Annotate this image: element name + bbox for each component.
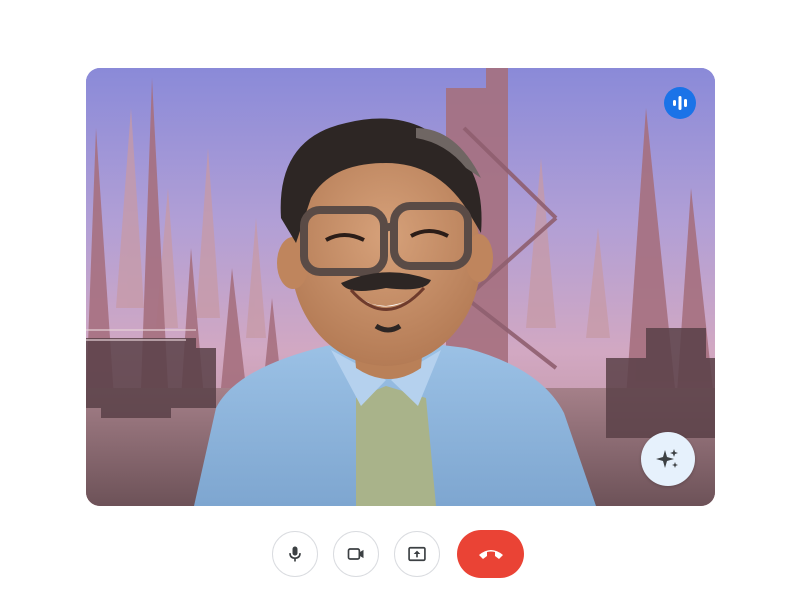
sparkle-icon [656,449,678,468]
microphone-button[interactable] [272,531,318,577]
present-screen-button[interactable] [394,531,440,577]
present-screen-icon [408,546,426,562]
video-camera-icon [347,548,364,560]
participant-video [86,68,715,506]
audio-bars-icon [673,96,687,110]
end-call-button[interactable] [457,530,524,578]
speaking-indicator [664,87,696,119]
camera-button[interactable] [333,531,379,577]
call-controls [272,530,524,578]
microphone-icon [289,546,301,562]
participant-video-tile [86,68,715,506]
end-call-icon [478,550,503,559]
visual-effects-button[interactable] [641,432,695,486]
